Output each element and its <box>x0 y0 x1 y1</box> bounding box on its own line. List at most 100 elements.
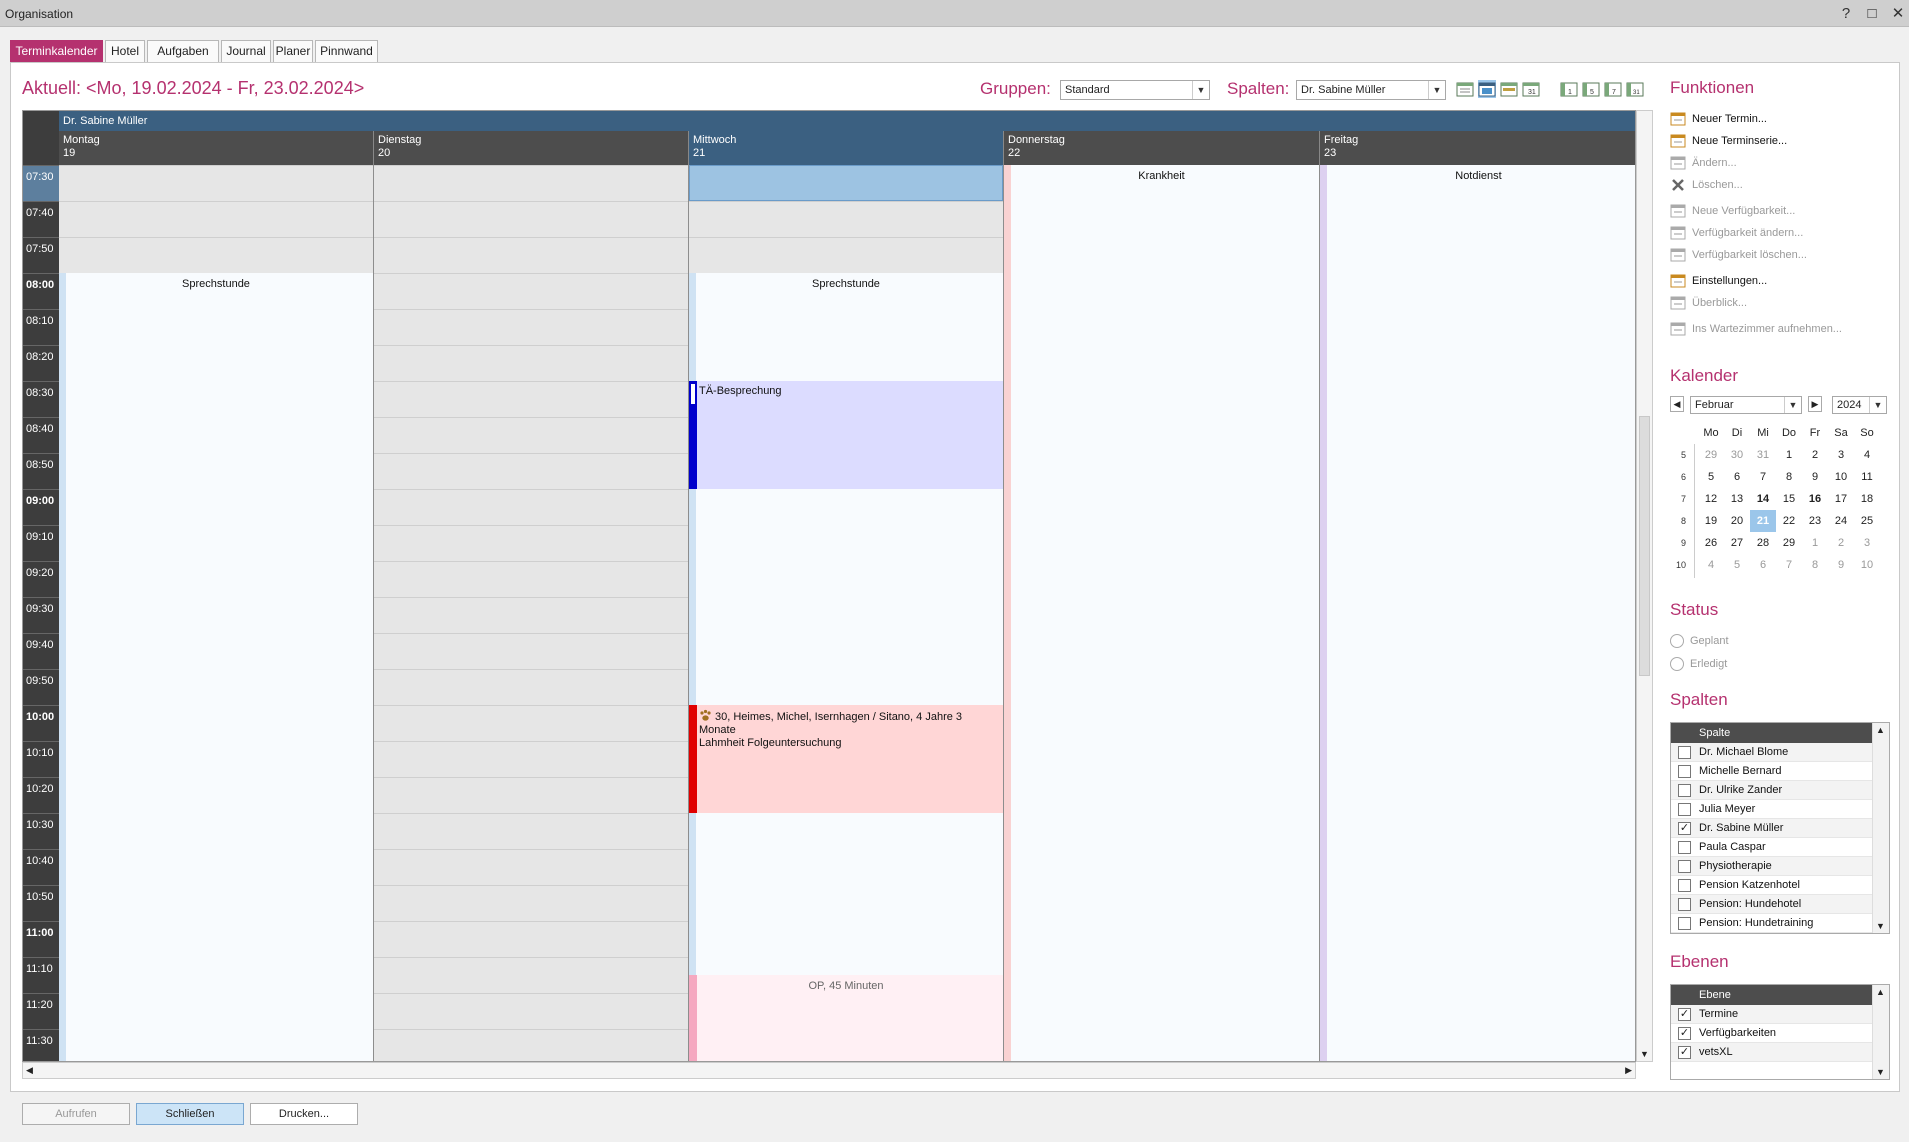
column-row[interactable]: ✓ Dr. Sabine Müller <box>1671 819 1872 838</box>
calendar-day[interactable]: 4 <box>1698 554 1724 576</box>
time-slot[interactable] <box>374 561 688 597</box>
appointment-meeting[interactable]: TÄ-Besprechung <box>689 381 1003 489</box>
time-slot[interactable] <box>374 525 688 561</box>
column-row[interactable]: Dr. Michael Blome <box>1671 743 1872 762</box>
time-slot[interactable] <box>374 201 688 237</box>
layer-row[interactable]: ✓ vetsXL <box>1671 1043 1872 1062</box>
month-view-icon[interactable]: 31 <box>1522 80 1540 98</box>
checkbox[interactable] <box>1678 803 1691 816</box>
time-slot[interactable] <box>374 885 688 921</box>
year-select[interactable]: 2024 ▼ <box>1832 396 1887 414</box>
status-planned-radio[interactable] <box>1670 634 1684 648</box>
calendar-day[interactable]: 9 <box>1828 554 1854 576</box>
open-button[interactable]: Aufrufen <box>22 1103 130 1125</box>
day-column-friday[interactable]: Notdienst <box>1320 165 1635 1061</box>
calendar-day[interactable]: 15 <box>1776 488 1802 510</box>
calendar-day[interactable]: 1 <box>1802 532 1828 554</box>
columns-list-scrollbar[interactable]: ▲ ▼ <box>1872 723 1889 933</box>
calendar-day[interactable]: 29 <box>1776 532 1802 554</box>
timeline-week-icon[interactable]: 7 <box>1604 80 1622 98</box>
appointment-patient[interactable]: 30, Heimes, Michel, Isernhagen / Sitano,… <box>689 705 1003 813</box>
calendar-day[interactable]: 4 <box>1854 444 1880 466</box>
calendar-day[interactable]: 21 <box>1750 510 1776 532</box>
calendar-day[interactable]: 13 <box>1724 488 1750 510</box>
calendar-day[interactable]: 18 <box>1854 488 1880 510</box>
calendar-day[interactable]: 22 <box>1776 510 1802 532</box>
calendar-day[interactable]: 5 <box>1698 466 1724 488</box>
chevron-down-icon[interactable]: ▼ <box>1876 921 1885 931</box>
scroll-thumb[interactable] <box>1639 416 1650 676</box>
week-view-icon[interactable] <box>1500 80 1518 98</box>
calendar-day[interactable]: 30 <box>1724 444 1750 466</box>
groups-select[interactable]: Standard ▼ <box>1060 80 1210 100</box>
columns-listbox[interactable]: Spalte Dr. Michael Blome Michelle Bernard… <box>1670 722 1890 934</box>
calendar-day[interactable]: 12 <box>1698 488 1724 510</box>
column-row[interactable]: Pension: Hundetraining <box>1671 914 1872 933</box>
calendar-day[interactable]: 20 <box>1724 510 1750 532</box>
time-slot[interactable] <box>374 633 688 669</box>
time-slot[interactable] <box>374 705 688 741</box>
next-month-icon[interactable]: ▶ <box>1808 396 1822 412</box>
availability-op[interactable]: OP, 45 Minuten <box>689 975 1003 1061</box>
timeline-day-icon[interactable]: 1 <box>1560 80 1578 98</box>
calendar-grid[interactable]: 07:30 07:40 07:50 08:00 08:10 08:20 08:30 08:40… <box>22 110 1636 1062</box>
column-row[interactable]: Michelle Bernard <box>1671 762 1872 781</box>
layer-row[interactable]: ✓ Verfügbarkeiten <box>1671 1024 1872 1043</box>
column-row[interactable]: Dr. Ulrike Zander <box>1671 781 1872 800</box>
time-slot[interactable] <box>374 597 688 633</box>
function-delete-availability[interactable]: Verfügbarkeit löschen... <box>1668 244 1807 266</box>
vertical-scrollbar[interactable]: ▼ <box>1636 110 1653 1062</box>
column-row[interactable]: Pension Katzenhotel <box>1671 876 1872 895</box>
checkbox[interactable]: ✓ <box>1678 1008 1691 1021</box>
time-slot[interactable] <box>374 741 688 777</box>
calendar-day[interactable]: 19 <box>1698 510 1724 532</box>
function-settings[interactable]: Einstellungen... <box>1668 270 1767 292</box>
calendar-day[interactable]: 6 <box>1724 466 1750 488</box>
calendar-day[interactable]: 29 <box>1698 444 1724 466</box>
tab-terminkalender[interactable]: Terminkalender <box>10 40 103 63</box>
time-slot[interactable] <box>374 813 688 849</box>
timeline-workweek-icon[interactable]: 5 <box>1582 80 1600 98</box>
function-edit-availability[interactable]: Verfügbarkeit ändern... <box>1668 222 1803 244</box>
calendar-day[interactable]: 5 <box>1724 554 1750 576</box>
availability-block[interactable] <box>59 273 373 1061</box>
chevron-up-icon[interactable]: ▲ <box>1876 987 1885 997</box>
calendar-day[interactable]: 24 <box>1828 510 1854 532</box>
tab-aufgaben[interactable]: Aufgaben <box>147 40 219 63</box>
checkbox[interactable] <box>1678 784 1691 797</box>
status-done-radio[interactable] <box>1670 657 1684 671</box>
calendar-day[interactable]: 26 <box>1698 532 1724 554</box>
calendar-day[interactable]: 25 <box>1854 510 1880 532</box>
time-slot[interactable] <box>374 381 688 417</box>
function-edit[interactable]: Ändern... <box>1668 152 1737 174</box>
time-slot[interactable] <box>59 237 373 273</box>
column-row[interactable]: Julia Meyer <box>1671 800 1872 819</box>
close-icon[interactable]: ✕ <box>1888 4 1908 24</box>
day-header-friday[interactable]: Freitag 23 <box>1320 131 1635 165</box>
calendar-day[interactable]: 3 <box>1854 532 1880 554</box>
function-new-series[interactable]: Neue Terminserie... <box>1668 130 1787 152</box>
maximize-icon[interactable]: □ <box>1862 4 1882 24</box>
function-waiting-room[interactable]: Ins Wartezimmer aufnehmen... <box>1668 318 1842 340</box>
workweek-view-icon[interactable] <box>1478 80 1496 98</box>
horizontal-scrollbar[interactable]: ◀ ▶ <box>22 1062 1636 1079</box>
column-row[interactable]: Paula Caspar <box>1671 838 1872 857</box>
timeline-month-icon[interactable]: 31 <box>1626 80 1644 98</box>
day-header-wednesday[interactable]: Mittwoch 21 <box>689 131 1004 165</box>
time-slot[interactable] <box>374 957 688 993</box>
time-slot[interactable] <box>374 849 688 885</box>
time-slot[interactable] <box>374 309 688 345</box>
time-slot[interactable] <box>59 201 373 237</box>
day-column-tuesday[interactable] <box>374 165 689 1061</box>
checkbox[interactable]: ✓ <box>1678 1027 1691 1040</box>
chevron-down-icon[interactable]: ▼ <box>1876 1067 1885 1077</box>
checkbox[interactable] <box>1678 765 1691 778</box>
time-slot[interactable] <box>374 237 688 273</box>
calendar-day[interactable]: 23 <box>1802 510 1828 532</box>
calendar-day[interactable]: 9 <box>1802 466 1828 488</box>
tab-planer[interactable]: Planer <box>273 40 313 63</box>
day-column-monday[interactable]: Sprechstunde <box>59 165 374 1061</box>
time-slot[interactable] <box>374 273 688 309</box>
calendar-day[interactable]: 2 <box>1802 444 1828 466</box>
layers-listbox[interactable]: Ebene ✓ Termine ✓ Verfügbarkeiten ✓ vetsXL ▲ … <box>1670 984 1890 1080</box>
